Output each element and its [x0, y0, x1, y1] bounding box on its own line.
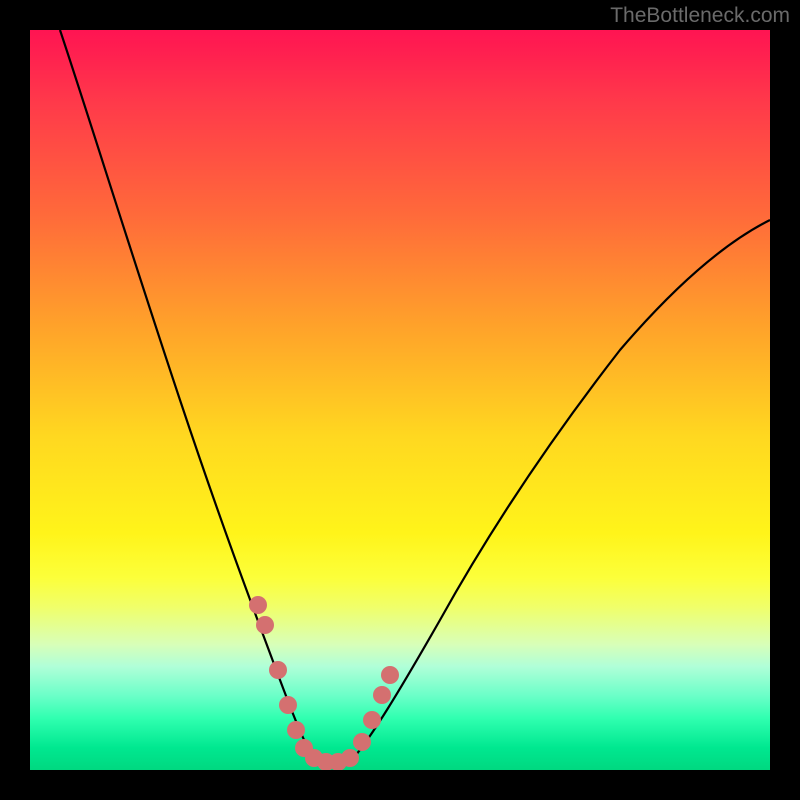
data-point: [249, 596, 267, 614]
data-point: [341, 749, 359, 767]
chart-svg: [30, 30, 770, 770]
watermark-text: TheBottleneck.com: [610, 4, 790, 28]
plot-area: [30, 30, 770, 770]
right-curve: [350, 220, 770, 762]
data-point: [363, 711, 381, 729]
data-point: [373, 686, 391, 704]
data-point: [287, 721, 305, 739]
data-point: [381, 666, 399, 684]
data-point: [256, 616, 274, 634]
marker-group: [249, 596, 399, 770]
data-point: [279, 696, 297, 714]
left-curve: [60, 30, 315, 760]
data-point: [353, 733, 371, 751]
data-point: [269, 661, 287, 679]
chart-container: TheBottleneck.com: [0, 0, 800, 800]
